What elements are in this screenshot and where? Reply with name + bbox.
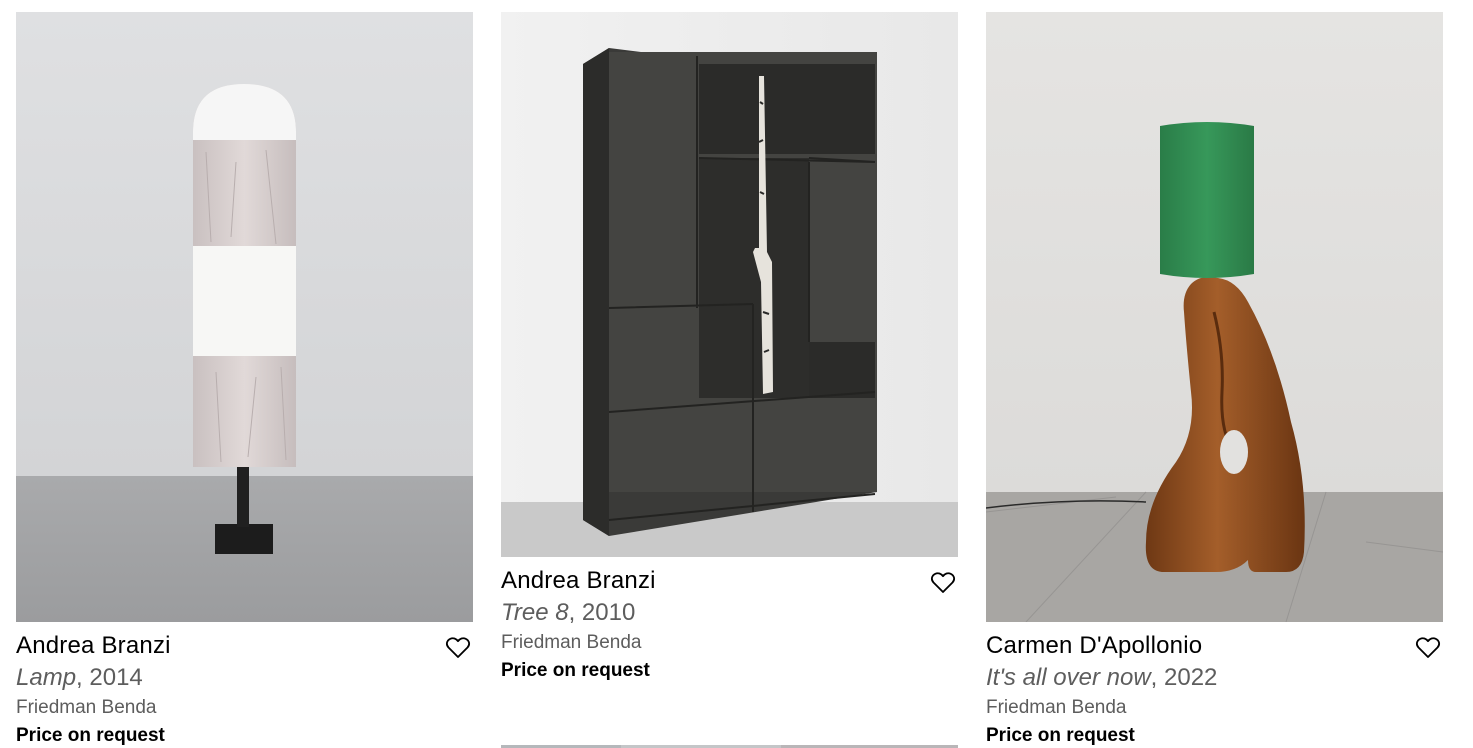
artwork-image-its-all-over-now[interactable] bbox=[986, 12, 1443, 622]
artwork-card[interactable]: Andrea Branzi Tree 8, 2010 Friedman Bend… bbox=[501, 12, 958, 685]
artwork-title-line: Tree 8, 2010 bbox=[501, 601, 958, 629]
artwork-grid: Andrea Branzi Lamp, 2014 Friedman Benda … bbox=[0, 0, 1473, 748]
artwork-title-line: It's all over now, 2022 bbox=[986, 666, 1443, 694]
gallery-name[interactable]: Friedman Benda bbox=[16, 698, 473, 722]
artist-name[interactable]: Carmen D'Apollonio bbox=[986, 634, 1443, 660]
favorite-button[interactable] bbox=[445, 636, 471, 660]
price-label: Price on request bbox=[16, 725, 165, 746]
artwork-title-line: Lamp, 2014 bbox=[16, 666, 473, 694]
price-label: Price on request bbox=[986, 725, 1135, 746]
next-artwork-image-peek[interactable] bbox=[501, 740, 958, 748]
artist-name[interactable]: Andrea Branzi bbox=[501, 569, 958, 595]
artwork-title: Lamp bbox=[16, 664, 77, 691]
artwork-image-lamp[interactable] bbox=[16, 12, 473, 622]
favorite-button[interactable] bbox=[930, 571, 956, 595]
price-label: Price on request bbox=[501, 660, 650, 681]
artwork-card[interactable]: Carmen D'Apollonio It's all over now, 20… bbox=[986, 12, 1443, 748]
artwork-year: , 2022 bbox=[1150, 664, 1218, 691]
artwork-title: It's all over now bbox=[986, 664, 1151, 691]
artwork-image-tree-8[interactable] bbox=[501, 12, 958, 557]
artwork-meta: Andrea Branzi Tree 8, 2010 Friedman Bend… bbox=[501, 557, 958, 685]
artwork-year: , 2010 bbox=[568, 599, 636, 626]
artwork-card[interactable]: Andrea Branzi Lamp, 2014 Friedman Benda … bbox=[16, 12, 473, 748]
artwork-title: Tree 8 bbox=[501, 599, 569, 626]
heart-outline-icon bbox=[930, 572, 956, 593]
favorite-button[interactable] bbox=[1415, 636, 1441, 660]
artist-name[interactable]: Andrea Branzi bbox=[16, 634, 473, 660]
heart-outline-icon bbox=[1415, 637, 1441, 658]
artwork-year: , 2014 bbox=[76, 664, 143, 691]
heart-outline-icon bbox=[445, 637, 471, 658]
artwork-meta: Carmen D'Apollonio It's all over now, 20… bbox=[986, 622, 1443, 748]
gallery-name[interactable]: Friedman Benda bbox=[501, 633, 958, 657]
artwork-meta: Andrea Branzi Lamp, 2014 Friedman Benda … bbox=[16, 622, 473, 748]
gallery-name[interactable]: Friedman Benda bbox=[986, 698, 1443, 722]
